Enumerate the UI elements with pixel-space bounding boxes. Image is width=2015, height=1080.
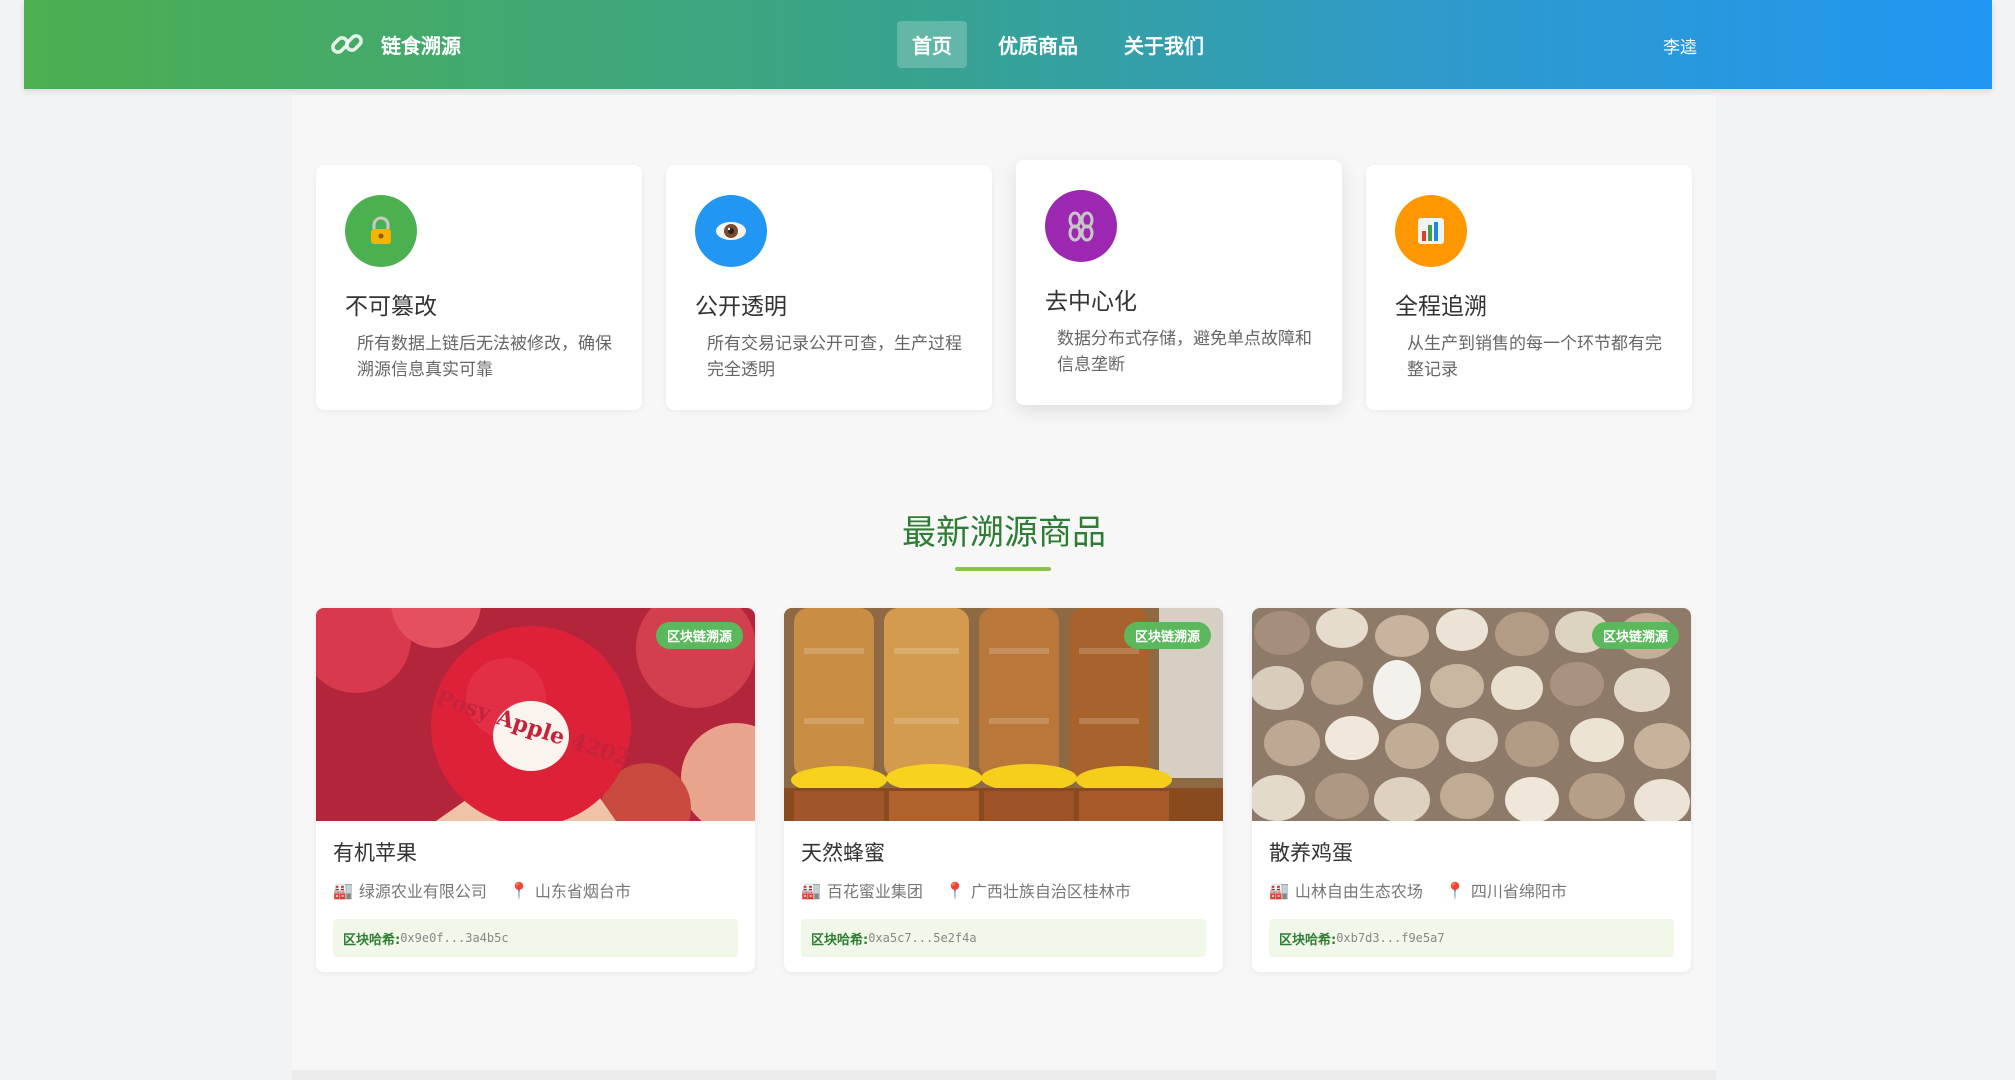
main-content: 不可篡改 所有数据上链后无法被修改，确保溯源信息真实可靠 公开透明 所有交易记录…	[292, 95, 1716, 1080]
eye-icon	[695, 195, 767, 267]
feature-title: 全程追溯	[1395, 294, 1487, 320]
product-meta: 🏭 绿源农业有限公司 📍 山东省烟台市	[333, 878, 631, 902]
pin-icon: 📍	[508, 880, 529, 900]
product-card-apple[interactable]: Posy Apple 4202 区块链溯源 有机苹果 🏭 绿源农业有限公司 📍 …	[316, 608, 755, 972]
feature-desc: 所有数据上链后无法被修改，确保溯源信息真实可靠	[357, 334, 612, 380]
block-hash: 区块哈希: 0xb7d3...f9e5a7	[1269, 919, 1674, 957]
nav-item-home[interactable]: 首页	[897, 21, 967, 68]
brand[interactable]: 链食溯源	[327, 24, 461, 64]
section-underline	[955, 567, 1051, 571]
block-hash: 区块哈希: 0xa5c7...5e2f4a	[801, 919, 1206, 957]
feature-desc: 数据分布式存储，避免单点故障和信息垄断	[1057, 329, 1312, 375]
feature-desc: 从生产到销售的每一个环节都有完整记录	[1407, 334, 1662, 380]
user-name[interactable]: 李逵	[1663, 33, 1697, 58]
link-icon	[327, 24, 367, 64]
product-meta: 🏭 山林自由生态农场 📍 四川省绵阳市	[1269, 878, 1567, 902]
product-image: 区块链溯源	[784, 608, 1223, 821]
hash-value: 0xa5c7...5e2f4a	[868, 931, 977, 945]
factory-icon: 🏭	[333, 880, 353, 900]
blockchain-badge: 区块链溯源	[1591, 622, 1679, 649]
product-list: Posy Apple 4202 区块链溯源 有机苹果 🏭 绿源农业有限公司 📍 …	[316, 608, 1692, 988]
feature-title: 公开透明	[695, 294, 787, 320]
product-company: 百花蜜业集团	[826, 882, 923, 901]
product-location: 四川省绵阳市	[1470, 882, 1567, 901]
factory-icon: 🏭	[1269, 880, 1289, 900]
product-name: 天然蜂蜜	[801, 841, 885, 865]
main-nav: 首页 优质商品 关于我们	[897, 21, 1219, 68]
feature-title: 去中心化	[1045, 289, 1137, 315]
product-location: 山东省烟台市	[534, 882, 631, 901]
top-navbar: 链食溯源 首页 优质商品 关于我们 李逵	[24, 0, 1992, 89]
blockchain-badge: 区块链溯源	[1123, 622, 1211, 649]
block-hash: 区块哈希: 0x9e0f...3a4b5c	[333, 919, 738, 957]
product-image: Posy Apple 4202 区块链溯源	[316, 608, 755, 821]
product-company: 绿源农业有限公司	[358, 882, 487, 901]
product-location: 广西壮族自治区桂林市	[970, 882, 1131, 901]
lock-icon	[345, 195, 417, 267]
product-meta: 🏭 百花蜜业集团 📍 广西壮族自治区桂林市	[801, 878, 1131, 902]
product-image: 区块链溯源	[1252, 608, 1691, 821]
feature-card-transparent: 公开透明 所有交易记录公开可查，生产过程完全透明	[666, 165, 992, 410]
product-name: 散养鸡蛋	[1269, 841, 1353, 865]
hash-value: 0xb7d3...f9e5a7	[1336, 931, 1445, 945]
footer-edge	[292, 1070, 1716, 1080]
product-card-honey[interactable]: 区块链溯源 天然蜂蜜 🏭 百花蜜业集团 📍 广西壮族自治区桂林市 区块哈希: 0…	[784, 608, 1223, 972]
pin-icon: 📍	[944, 880, 965, 900]
product-name: 有机苹果	[333, 841, 417, 865]
hash-label: 区块哈希:	[811, 932, 869, 948]
chain-icon	[1045, 190, 1117, 262]
nav-item-about[interactable]: 关于我们	[1109, 21, 1219, 68]
hash-label: 区块哈希:	[343, 932, 401, 948]
product-company: 山林自由生态农场	[1294, 882, 1423, 901]
feature-title: 不可篡改	[345, 294, 437, 320]
product-card-eggs[interactable]: 区块链溯源 散养鸡蛋 🏭 山林自由生态农场 📍 四川省绵阳市 区块哈希: 0xb…	[1252, 608, 1691, 972]
section-title: 最新溯源商品	[902, 513, 1106, 553]
chart-icon	[1395, 195, 1467, 267]
nav-item-products[interactable]: 优质商品	[983, 21, 1093, 68]
hash-value: 0x9e0f...3a4b5c	[400, 931, 509, 945]
blockchain-badge: 区块链溯源	[655, 622, 743, 649]
feature-desc: 所有交易记录公开可查，生产过程完全透明	[707, 334, 962, 380]
brand-name: 链食溯源	[381, 33, 461, 58]
feature-card-traceable: 全程追溯 从生产到销售的每一个环节都有完整记录	[1366, 165, 1692, 410]
pin-icon: 📍	[1444, 880, 1465, 900]
feature-card-decentralized: 去中心化 数据分布式存储，避免单点故障和信息垄断	[1016, 160, 1342, 405]
feature-card-immutable: 不可篡改 所有数据上链后无法被修改，确保溯源信息真实可靠	[316, 165, 642, 410]
hash-label: 区块哈希:	[1279, 932, 1337, 948]
feature-list: 不可篡改 所有数据上链后无法被修改，确保溯源信息真实可靠 公开透明 所有交易记录…	[316, 160, 1692, 415]
factory-icon: 🏭	[801, 880, 821, 900]
